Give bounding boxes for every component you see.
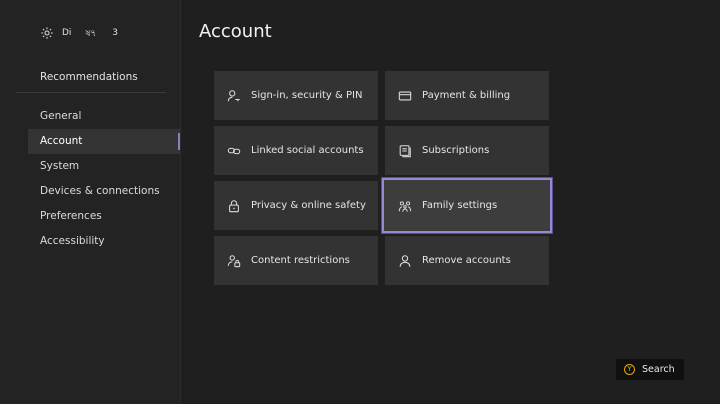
sidebar-item-recommendations[interactable]: Recommendations xyxy=(40,71,138,83)
page-title: Account xyxy=(199,21,272,42)
sidebar-nav: General Account System Devices & connect… xyxy=(28,104,180,254)
gear-icon xyxy=(41,27,53,39)
lock-icon xyxy=(229,199,239,212)
profile-name-part-3: 3 xyxy=(112,28,118,38)
person-icon xyxy=(399,254,411,267)
credit-card-icon xyxy=(398,91,412,100)
remove-accounts-tile[interactable]: Remove accounts xyxy=(385,236,549,285)
payment-billing-tile[interactable]: Payment & billing xyxy=(385,71,549,120)
y-button-icon: Y xyxy=(624,364,635,375)
search-button[interactable]: Y Search xyxy=(616,359,684,380)
tile-label: Linked social accounts xyxy=(251,145,364,156)
sign-in-security-pin-tile[interactable]: Sign-in, security & PIN xyxy=(214,71,378,120)
settings-sidebar: Di ষ৭ 3 Recommendations General Account … xyxy=(0,0,181,404)
tile-label: Family settings xyxy=(422,200,498,211)
content-restrictions-tile[interactable]: Content restrictions xyxy=(214,236,378,285)
search-button-label: Search xyxy=(642,364,675,375)
tile-label: Privacy & online safety xyxy=(251,200,366,211)
sidebar-divider xyxy=(16,92,166,93)
profile-name-part-1: Di xyxy=(62,28,72,38)
family-settings-tile[interactable]: Family settings xyxy=(382,178,552,233)
tile-label: Remove accounts xyxy=(422,255,511,266)
tile-label: Content restrictions xyxy=(251,255,350,266)
tile-label: Subscriptions xyxy=(422,145,490,156)
tile-label: Payment & billing xyxy=(422,90,511,101)
sidebar-item-accessibility[interactable]: Accessibility xyxy=(28,229,180,254)
sidebar-item-devices-connections[interactable]: Devices & connections xyxy=(28,179,180,204)
linked-social-accounts-tile[interactable]: Linked social accounts xyxy=(214,126,378,175)
profile-name-part-2: ষ৭ xyxy=(85,28,97,39)
profile-header: Di ষ৭ 3 xyxy=(40,24,118,42)
tile-label: Sign-in, security & PIN xyxy=(251,90,363,101)
privacy-online-safety-tile[interactable]: Privacy & online safety xyxy=(214,181,378,230)
family-icon xyxy=(398,200,412,212)
subscription-icon xyxy=(399,144,411,157)
account-options-grid: Sign-in, security & PIN Payment & billin… xyxy=(214,71,552,285)
subscriptions-tile[interactable]: Subscriptions xyxy=(385,126,549,175)
sidebar-item-general[interactable]: General xyxy=(28,104,180,129)
person-key-icon xyxy=(227,89,240,101)
sidebar-item-system[interactable]: System xyxy=(28,154,180,179)
content-restriction-icon xyxy=(227,254,241,267)
link-icon xyxy=(227,147,241,154)
sidebar-item-preferences[interactable]: Preferences xyxy=(28,204,180,229)
sidebar-item-account[interactable]: Account xyxy=(28,129,180,154)
